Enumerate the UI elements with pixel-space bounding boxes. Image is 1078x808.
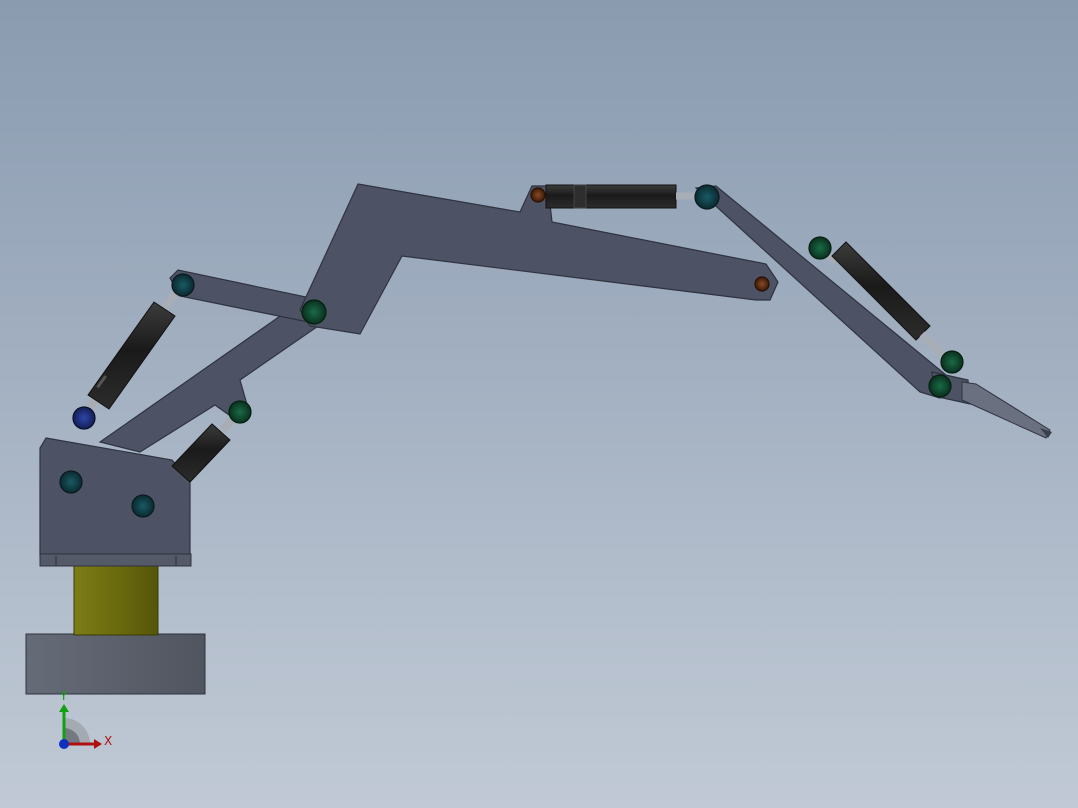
pin-top-actuator-right[interactable] bbox=[694, 184, 720, 210]
pin-housing-left[interactable] bbox=[59, 470, 83, 494]
pin-housing-right[interactable] bbox=[131, 494, 155, 518]
pin-top-actuator-left[interactable] bbox=[530, 187, 546, 203]
cad-graphics-viewport[interactable]: X Y bbox=[0, 0, 1078, 808]
triad-z-axis bbox=[59, 739, 69, 749]
upper-arm-bar[interactable] bbox=[169, 269, 321, 325]
base-plate[interactable] bbox=[25, 633, 206, 695]
pin-wrist-actuator-bottom[interactable] bbox=[940, 350, 964, 374]
reference-triad: X Y bbox=[59, 689, 112, 749]
pin-lower-left-actuator[interactable] bbox=[72, 406, 96, 430]
triad-y-label: Y bbox=[59, 689, 68, 703]
pin-elbow[interactable] bbox=[301, 299, 327, 325]
shoulder-housing[interactable] bbox=[39, 437, 191, 557]
triad-x-label: X bbox=[104, 734, 112, 748]
shoulder-housing-base-flange[interactable] bbox=[39, 553, 192, 567]
pin-wrist[interactable] bbox=[928, 374, 952, 398]
pin-wrist-actuator-top[interactable] bbox=[808, 236, 832, 260]
top-actuator[interactable] bbox=[545, 184, 704, 209]
pin-forearm-joint[interactable] bbox=[754, 276, 770, 292]
base-column[interactable] bbox=[73, 564, 159, 636]
pin-upper-bar-left[interactable] bbox=[171, 273, 195, 297]
pin-lower-right-actuator[interactable] bbox=[228, 400, 252, 424]
robot-arm-assembly-model[interactable]: X Y bbox=[0, 0, 1078, 808]
